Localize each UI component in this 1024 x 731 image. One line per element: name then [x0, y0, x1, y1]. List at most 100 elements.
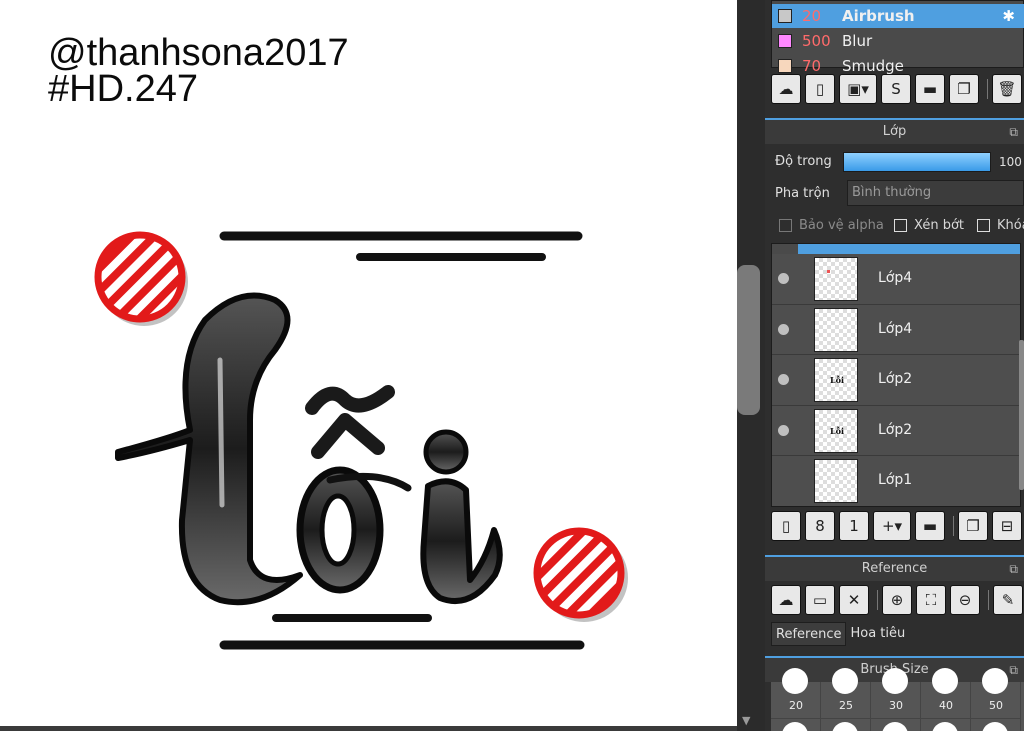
- letter-i-dot: [423, 429, 469, 475]
- scroll-down-arrow-icon[interactable]: ▼: [742, 714, 750, 727]
- layer-row[interactable]: Lỗi Lớp2: [772, 405, 1020, 456]
- canvas-vertical-scrollbar[interactable]: ▼: [737, 0, 765, 731]
- brush-size-preview: [932, 722, 958, 731]
- brush-name: Airbrush: [842, 7, 915, 25]
- brush-size-value: 20: [789, 699, 803, 712]
- clipping-checkbox[interactable]: Xén bớt: [894, 218, 964, 233]
- brush-size: 20: [802, 7, 822, 25]
- protect-alpha-checkbox[interactable]: Bảo vệ alpha: [779, 218, 884, 233]
- reference-toolbar: ☁ ▭ ✕ ⊕ ⛶ ⊖ ✎: [771, 582, 1024, 618]
- popout-icon[interactable]: ⧉: [1009, 557, 1018, 581]
- toolbar-separator: [987, 79, 988, 99]
- visibility-eye-icon[interactable]: [778, 424, 789, 436]
- open-folder-icon[interactable]: ▭: [805, 585, 835, 615]
- layer-list-top-selection: [798, 244, 1020, 254]
- brush-size-grid: 20 25 30 40 50: [771, 668, 1024, 731]
- cloud-download-icon[interactable]: ☁: [771, 74, 801, 104]
- brush-size-cell[interactable]: 30: [871, 668, 921, 719]
- cloud-download-icon[interactable]: ☁: [771, 585, 801, 615]
- layer-row[interactable]: Lớp4: [772, 254, 1020, 305]
- brush-size-cell[interactable]: 50: [971, 668, 1021, 719]
- close-icon[interactable]: ✕: [839, 585, 869, 615]
- eyedropper-icon[interactable]: ✎: [993, 585, 1023, 615]
- brush-size-cell[interactable]: [821, 719, 871, 731]
- new-layer-icon[interactable]: ▯: [771, 511, 801, 541]
- reference-panel-title: Reference: [861, 561, 928, 576]
- folder-icon[interactable]: ▬: [915, 74, 945, 104]
- brush-size-cell[interactable]: [921, 719, 971, 731]
- duplicate-icon[interactable]: ❐: [949, 74, 979, 104]
- brush-size-preview: [832, 722, 858, 731]
- brush-size-value: 40: [939, 699, 953, 712]
- new-1bit-layer-icon[interactable]: 1: [839, 511, 869, 541]
- toolbar-separator: [953, 516, 954, 536]
- layer-row[interactable]: Lớp4: [772, 304, 1020, 355]
- layer-row[interactable]: Lỗi Lớp2: [772, 355, 1020, 406]
- merge-layer-icon[interactable]: ⊟: [992, 511, 1022, 541]
- layer-name: Lớp4: [878, 320, 913, 337]
- brush-size-preview: [882, 722, 908, 731]
- new-brush-icon[interactable]: ▯: [805, 74, 835, 104]
- brush-name: Blur: [842, 32, 873, 50]
- zoom-out-icon[interactable]: ⊖: [950, 585, 980, 615]
- reference-tabs: Reference Hoa tiêu: [771, 622, 909, 646]
- add-layer-dropdown-icon[interactable]: +▾: [873, 511, 911, 541]
- zoom-in-icon[interactable]: ⊕: [882, 585, 912, 615]
- brush-size-preview: [982, 722, 1008, 731]
- visibility-eye-icon[interactable]: [778, 374, 789, 385]
- layer-toolbar: ▯ 8 1 +▾ ▬ ❐ ⊟: [771, 508, 1024, 544]
- visibility-eye-icon[interactable]: [778, 273, 789, 284]
- brush-size-cell[interactable]: 40: [921, 668, 971, 719]
- brush-size-value: 50: [989, 699, 1003, 712]
- brush-toolbar: ☁ ▯ ▣▾ S ▬ ❐ 🗑: [771, 71, 1024, 107]
- visibility-eye-icon[interactable]: [778, 323, 789, 335]
- scrollbar-thumb[interactable]: [737, 265, 760, 415]
- brush-list: 20 Airbrush ✱ 500 Blur 70 Smudge: [771, 0, 1024, 75]
- checkbox-box: [779, 219, 792, 232]
- new-8bit-layer-icon[interactable]: 8: [805, 511, 835, 541]
- fit-screen-icon[interactable]: ⛶: [916, 585, 946, 615]
- layer-thumbnail: [814, 257, 858, 301]
- blend-mode-label: Pha trộn: [775, 186, 830, 201]
- opacity-value: 100: [999, 155, 1022, 169]
- tab-reference[interactable]: Reference: [771, 622, 847, 646]
- brush-item-airbrush[interactable]: 20 Airbrush ✱: [772, 4, 1024, 28]
- layer-list-scrollbar[interactable]: [1019, 340, 1024, 490]
- brush-size-preview: [832, 668, 858, 694]
- gear-icon[interactable]: ✱: [1002, 7, 1015, 25]
- brush-size-cell[interactable]: [971, 719, 1021, 731]
- brush-size-cell[interactable]: [871, 719, 921, 731]
- brush-size-cell[interactable]: [771, 719, 821, 731]
- tab-navigator[interactable]: Hoa tiêu: [846, 622, 909, 646]
- layer-thumbnail: Lỗi: [814, 408, 858, 453]
- artwork: [94, 231, 628, 650]
- forbidden-sign-right: [533, 527, 628, 622]
- layer-list: Lớp4 Lớp4 Lỗi Lớp2 Lỗi Lớp2 Lớp1: [771, 243, 1021, 507]
- checkbox-box: [977, 219, 990, 232]
- brush-size-preview: [782, 668, 808, 694]
- brush-script-icon[interactable]: S: [881, 74, 911, 104]
- popout-icon[interactable]: ⧉: [1009, 658, 1018, 682]
- drawing-canvas[interactable]: @thanhsona2017 #HD.247: [0, 0, 737, 731]
- layer-row[interactable]: Lớp1: [772, 456, 1020, 506]
- brush-item-blur[interactable]: 500 Blur: [772, 29, 1024, 53]
- popout-icon[interactable]: ⧉: [1009, 120, 1018, 144]
- layer-folder-icon[interactable]: ▬: [915, 511, 945, 541]
- lock-checkbox[interactable]: Khóa: [977, 218, 1024, 233]
- brush-size-cell[interactable]: 25: [821, 668, 871, 719]
- duplicate-layer-icon[interactable]: ❐: [958, 511, 988, 541]
- thumbnail-text: Lỗi: [830, 425, 844, 436]
- letter-i: [420, 478, 503, 605]
- layer-name: Lớp2: [878, 371, 913, 387]
- opacity-label: Độ trong: [775, 154, 832, 169]
- brush-size-cell[interactable]: 20: [771, 668, 821, 719]
- layer-name: Lớp1: [878, 472, 913, 488]
- brush-size-preview: [982, 668, 1008, 694]
- trash-icon[interactable]: 🗑: [992, 74, 1022, 104]
- opacity-slider[interactable]: [843, 152, 991, 172]
- layer-panel-header: Lớp ⧉: [765, 118, 1024, 144]
- brush-size-value: 25: [839, 699, 853, 712]
- add-brush-dropdown-icon[interactable]: ▣▾: [839, 74, 877, 104]
- layer-panel-title: Lớp: [882, 124, 907, 139]
- blend-mode-select[interactable]: Bình thường: [847, 180, 1024, 206]
